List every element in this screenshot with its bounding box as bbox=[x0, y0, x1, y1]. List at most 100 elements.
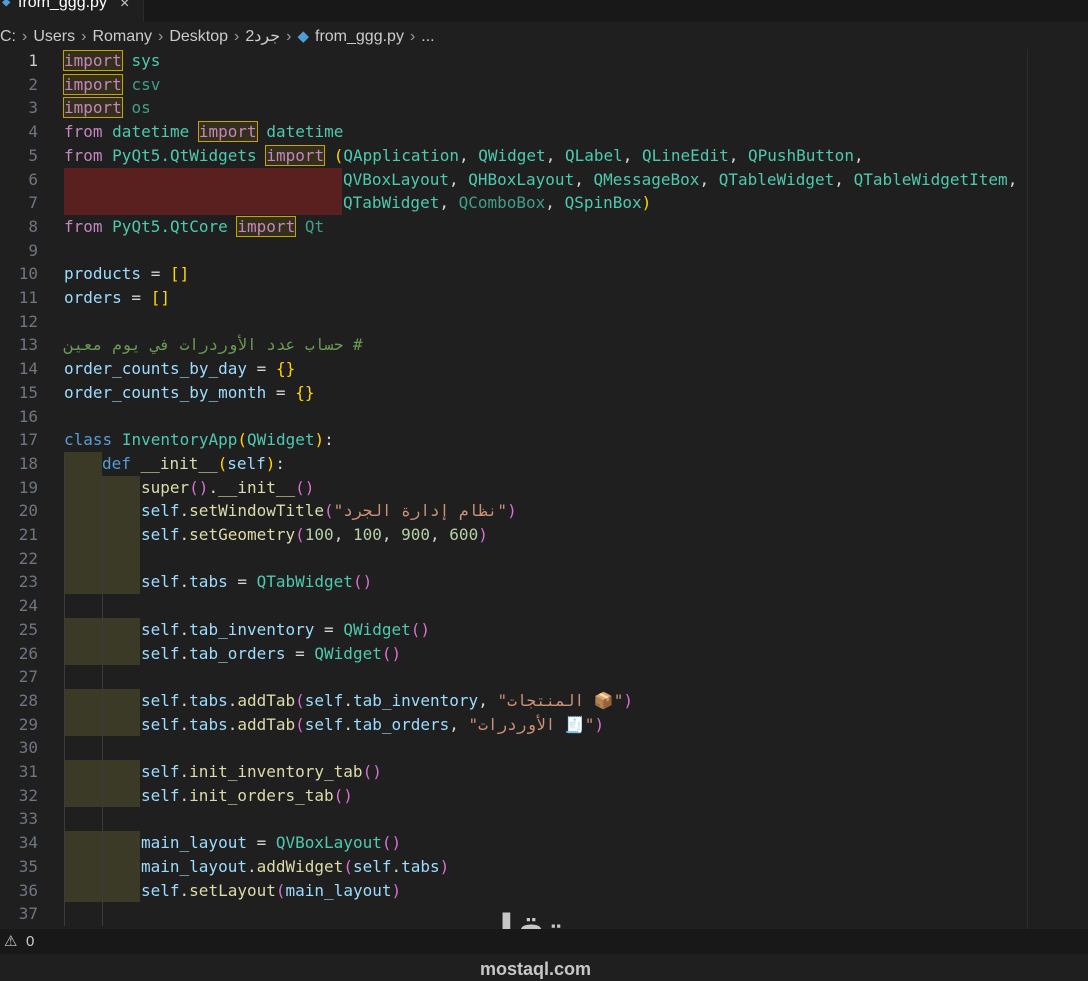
module-name: sys bbox=[131, 51, 161, 70]
code-line[interactable]: self.init_orders_tab() bbox=[0, 784, 1088, 808]
class-name: QTabWidget bbox=[256, 572, 353, 592]
variable: order_counts_by_day bbox=[64, 359, 248, 379]
code-line[interactable]: order_counts_by_month = {} bbox=[0, 381, 1088, 405]
code-line[interactable]: class InventoryApp(QWidget): bbox=[0, 428, 1088, 452]
breadcrumb-file-label: from_ggg.py bbox=[315, 28, 404, 45]
breadcrumb-romany[interactable]: Romany bbox=[92, 24, 152, 50]
keyword: def bbox=[102, 453, 131, 473]
module-name: os bbox=[131, 98, 151, 118]
code-line[interactable]: from datetime import datetime bbox=[0, 120, 1088, 144]
breadcrumb-file[interactable]: ◆ from_ggg.py bbox=[297, 24, 403, 50]
bracket: [] bbox=[169, 264, 190, 284]
code-line[interactable]: self.tabs = QTabWidget() bbox=[0, 570, 1088, 594]
code-line[interactable]: self.setWindowTitle("نظام إدارة الجرد") bbox=[0, 499, 1088, 523]
attribute: tabs bbox=[189, 690, 228, 710]
self-ref: self bbox=[352, 856, 392, 876]
code-line[interactable]: products = [] bbox=[0, 262, 1088, 286]
self-ref: self bbox=[141, 714, 180, 734]
code-line[interactable]: from PyQt5.QtCore import Qt bbox=[0, 215, 1088, 239]
code-line[interactable]: self.setGeometry(100, 100, 900, 600) bbox=[0, 523, 1088, 547]
chevron-right-icon: › bbox=[81, 28, 87, 45]
class-name: QSpinBox bbox=[564, 193, 642, 213]
code-line[interactable]: orders = [] bbox=[0, 286, 1088, 310]
self-ref: self bbox=[141, 525, 180, 544]
bracket: [] bbox=[150, 288, 170, 307]
attribute: tab_orders bbox=[352, 714, 450, 734]
string-literal: "📦 المنتجات" bbox=[497, 690, 624, 710]
code-line[interactable]: # حساب عدد الأوردرات في يوم معين bbox=[0, 333, 1088, 357]
self-ref: self bbox=[141, 880, 180, 900]
code-line[interactable]: self.setLayout(main_layout) bbox=[0, 879, 1088, 903]
code-line[interactable]: QTabWidget, QComboBox, QSpinBox) bbox=[0, 191, 1088, 215]
attribute: tabs bbox=[189, 714, 228, 734]
breadcrumb-folder[interactable]: 2جرد bbox=[245, 24, 280, 50]
breadcrumb-users[interactable]: Users bbox=[33, 24, 75, 50]
paren: ( bbox=[333, 145, 344, 165]
class-name: QWidget bbox=[247, 430, 315, 450]
code-line[interactable]: def __init__(self): bbox=[0, 452, 1088, 476]
variable: main_layout bbox=[141, 833, 247, 853]
attribute: tabs bbox=[189, 572, 228, 592]
python-file-icon: ◆ bbox=[297, 28, 309, 45]
code-line[interactable]: main_layout.addWidget(self.tabs) bbox=[0, 855, 1088, 879]
code-line[interactable]: order_counts_by_day = {} bbox=[0, 357, 1088, 381]
code-line[interactable]: self.tabs.addTab(self.tab_inventory, "📦 … bbox=[0, 689, 1088, 713]
class-name: QVBoxLayout bbox=[275, 833, 382, 853]
line-number: 12 bbox=[18, 311, 38, 331]
function-name: __init__ bbox=[218, 477, 296, 497]
breadcrumb-desktop[interactable]: Desktop bbox=[169, 24, 228, 50]
function-name: setLayout bbox=[189, 880, 276, 900]
warning-count[interactable]: 0 bbox=[26, 933, 34, 950]
function-name: super bbox=[141, 477, 190, 497]
module-name: datetime bbox=[112, 122, 190, 142]
code-line[interactable]: from PyQt5.QtWidgets import (QApplicatio… bbox=[0, 144, 1088, 168]
function-name: addTab bbox=[237, 714, 296, 734]
bracket: {} bbox=[275, 359, 296, 379]
module-name: PyQt5.QtWidgets bbox=[112, 145, 257, 165]
variable: products bbox=[64, 264, 142, 284]
class-name: QWidget bbox=[314, 643, 382, 663]
class-name: QWidget bbox=[478, 145, 546, 165]
class-name: QVBoxLayout bbox=[343, 169, 449, 189]
self-ref: self bbox=[304, 714, 344, 734]
editor-tab-from-ggg[interactable]: ◆ from_ggg.py × bbox=[0, 0, 144, 22]
code-editor[interactable]: 1 2 3 4 5 6 7 8 9 10 11 12 13 14 15 16 1… bbox=[0, 49, 1088, 979]
code-line[interactable]: main_layout = QVBoxLayout() bbox=[0, 831, 1088, 855]
close-icon[interactable]: × bbox=[120, 0, 129, 13]
line-number: 16 bbox=[18, 406, 38, 426]
code-line[interactable]: self.init_inventory_tab() bbox=[0, 760, 1088, 784]
class-name: InventoryApp bbox=[121, 430, 238, 450]
code-line[interactable]: super().__init__() bbox=[0, 476, 1088, 500]
number: 100 bbox=[304, 525, 334, 544]
keyword: import bbox=[63, 50, 123, 71]
bracket: {} bbox=[295, 382, 315, 402]
breadcrumb-drive[interactable]: C: bbox=[0, 24, 16, 50]
function-name: setWindowTitle bbox=[189, 501, 325, 521]
code-line[interactable]: import csv bbox=[0, 73, 1088, 97]
string-literal: "نظام إدارة الجرد" bbox=[333, 501, 508, 521]
class-name: QMessageBox bbox=[593, 169, 700, 189]
class-name: QTableWidgetItem bbox=[853, 169, 1008, 189]
function-name: init_orders_tab bbox=[189, 785, 334, 805]
code-line[interactable]: import sys bbox=[0, 49, 1088, 73]
chevron-right-icon: › bbox=[409, 28, 416, 45]
code-line[interactable]: self.tab_inventory = QWidget() bbox=[0, 618, 1088, 642]
class-name: QLabel bbox=[564, 145, 623, 165]
breadcrumb-symbols[interactable]: ... bbox=[421, 24, 434, 50]
variable: orders bbox=[64, 288, 122, 307]
chevron-right-icon: › bbox=[158, 28, 164, 45]
attribute: tabs bbox=[401, 856, 440, 876]
keyword: import bbox=[265, 144, 326, 166]
warning-icon[interactable]: ⚠ bbox=[4, 932, 17, 950]
code-line[interactable]: self.tabs.addTab(self.tab_orders, "🧾 الأ… bbox=[0, 713, 1088, 737]
function-name: init_inventory_tab bbox=[189, 762, 363, 781]
code-line[interactable]: import os bbox=[0, 96, 1088, 120]
attribute: tab_inventory bbox=[189, 619, 315, 639]
class-name: datetime bbox=[266, 122, 344, 142]
line-number: 27 bbox=[18, 667, 38, 687]
code-line[interactable]: QVBoxLayout, QHBoxLayout, QMessageBox, Q… bbox=[0, 168, 1088, 192]
chevron-right-icon: › bbox=[234, 28, 240, 45]
parameter: self bbox=[227, 453, 266, 473]
code-line[interactable]: self.tab_orders = QWidget() bbox=[0, 642, 1088, 666]
self-ref: self bbox=[141, 762, 180, 781]
